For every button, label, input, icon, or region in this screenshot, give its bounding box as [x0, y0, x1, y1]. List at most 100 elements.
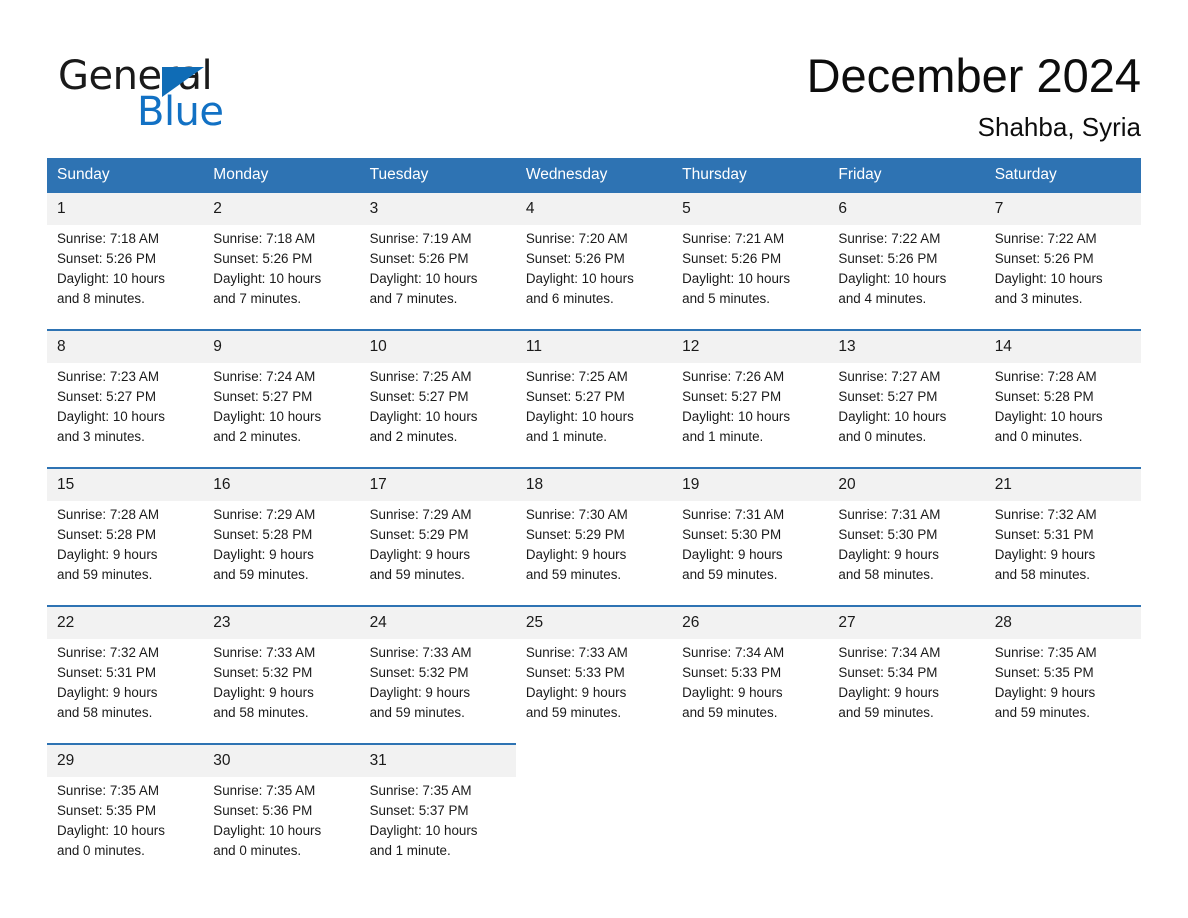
week-spacer	[47, 591, 1141, 606]
day-details: Sunrise: 7:25 AM Sunset: 5:27 PM Dayligh…	[359, 363, 516, 453]
daylight-text-line2: and 58 minutes.	[838, 567, 934, 582]
sunset-text: Sunset: 5:26 PM	[213, 251, 313, 266]
sunset-text: Sunset: 5:28 PM	[57, 527, 156, 542]
day-number[interactable]: 20	[828, 467, 985, 501]
day-number[interactable]: 12	[672, 329, 829, 363]
day-details-empty	[828, 777, 985, 867]
day-number[interactable]: 7	[984, 193, 1141, 225]
daylight-text-line1: Daylight: 10 hours	[994, 409, 1103, 424]
week-info-row: Sunrise: 7:18 AM Sunset: 5:26 PM Dayligh…	[47, 225, 1141, 315]
sunrise-text: Sunrise: 7:30 AM	[525, 507, 628, 522]
day-number[interactable]: 15	[47, 467, 204, 501]
day-details: Sunrise: 7:28 AM Sunset: 5:28 PM Dayligh…	[984, 363, 1141, 453]
sunset-text: Sunset: 5:36 PM	[213, 803, 313, 818]
daylight-text-line1: Daylight: 10 hours	[57, 271, 165, 286]
day-number[interactable]: 4	[515, 193, 673, 225]
daylight-text-line1: Daylight: 10 hours	[682, 271, 791, 286]
week-date-row: 22 23 24 25 26 27 28	[47, 605, 1141, 639]
sunrise-text: Sunrise: 7:27 AM	[838, 369, 941, 384]
day-details: Sunrise: 7:35 AM Sunset: 5:37 PM Dayligh…	[359, 777, 516, 867]
daylight-text-line1: Daylight: 10 hours	[213, 409, 322, 424]
day-number[interactable]: 18	[515, 467, 673, 501]
sunset-text: Sunset: 5:27 PM	[213, 389, 313, 404]
daylight-text-line1: Daylight: 9 hours	[525, 685, 627, 700]
day-number[interactable]: 9	[203, 329, 360, 363]
day-number[interactable]: 30	[203, 743, 360, 777]
daylight-text-line1: Daylight: 9 hours	[838, 547, 939, 562]
day-details: Sunrise: 7:32 AM Sunset: 5:31 PM Dayligh…	[984, 501, 1141, 591]
daylight-text-line2: and 58 minutes.	[994, 567, 1090, 582]
day-details: Sunrise: 7:25 AM Sunset: 5:27 PM Dayligh…	[515, 363, 673, 453]
day-number[interactable]: 17	[359, 467, 516, 501]
sunset-text: Sunset: 5:27 PM	[525, 389, 625, 404]
daylight-text-line2: and 59 minutes.	[369, 705, 465, 720]
location-subtitle: Shahba, Syria	[977, 112, 1141, 142]
daylight-text-line1: Daylight: 9 hours	[682, 547, 783, 562]
sunrise-text: Sunrise: 7:22 AM	[994, 231, 1097, 246]
week-spacer-cell	[47, 591, 1141, 606]
day-number[interactable]: 22	[47, 605, 204, 639]
day-number[interactable]: 31	[359, 743, 516, 777]
sunrise-text: Sunrise: 7:18 AM	[213, 231, 316, 246]
daylight-text-line2: and 59 minutes.	[525, 567, 622, 582]
day-number[interactable]: 27	[828, 605, 985, 639]
day-number[interactable]: 14	[984, 329, 1141, 363]
day-details: Sunrise: 7:35 AM Sunset: 5:36 PM Dayligh…	[203, 777, 360, 867]
sunrise-text: Sunrise: 7:34 AM	[838, 645, 941, 660]
day-number[interactable]: 28	[984, 605, 1141, 639]
day-number[interactable]: 24	[359, 605, 516, 639]
day-number[interactable]: 25	[515, 605, 673, 639]
sunrise-text: Sunrise: 7:28 AM	[57, 507, 159, 522]
day-number[interactable]: 5	[672, 193, 829, 225]
sunrise-text: Sunrise: 7:28 AM	[994, 369, 1097, 384]
day-number[interactable]: 26	[672, 605, 829, 639]
day-number[interactable]: 11	[515, 329, 673, 363]
daylight-text-line1: Daylight: 10 hours	[525, 271, 634, 286]
day-number[interactable]: 10	[359, 329, 516, 363]
day-number[interactable]: 1	[47, 193, 204, 225]
day-number-empty	[828, 744, 985, 777]
day-number[interactable]: 8	[47, 329, 204, 363]
sunset-text: Sunset: 5:26 PM	[369, 251, 469, 266]
day-details: Sunrise: 7:26 AM Sunset: 5:27 PM Dayligh…	[672, 363, 829, 453]
day-details: Sunrise: 7:33 AM Sunset: 5:32 PM Dayligh…	[203, 639, 360, 729]
daylight-text-line1: Daylight: 9 hours	[994, 547, 1096, 562]
day-details-empty	[672, 777, 829, 867]
sunrise-text: Sunrise: 7:25 AM	[525, 369, 628, 384]
calendar-page: General Blue December 2024 Shahba, Syria…	[0, 0, 1188, 918]
daylight-text-line1: Daylight: 9 hours	[525, 547, 627, 562]
week-date-row: 29 30 31	[47, 743, 1141, 777]
day-number[interactable]: 29	[47, 743, 204, 777]
day-number[interactable]: 23	[203, 605, 360, 639]
day-details: Sunrise: 7:18 AM Sunset: 5:26 PM Dayligh…	[47, 225, 204, 315]
day-number[interactable]: 13	[828, 329, 985, 363]
calendar-table: Sunday Monday Tuesday Wednesday Thursday…	[47, 158, 1141, 867]
day-number[interactable]: 2	[203, 193, 360, 225]
page-title: December 2024	[806, 49, 1141, 102]
day-number[interactable]: 6	[828, 193, 985, 225]
sunrise-text: Sunrise: 7:35 AM	[369, 783, 472, 798]
general-blue-logo[interactable]: General Blue	[58, 54, 298, 134]
sunset-text: Sunset: 5:29 PM	[525, 527, 625, 542]
daylight-text-line2: and 59 minutes.	[682, 567, 778, 582]
daylight-text-line2: and 0 minutes.	[994, 429, 1083, 444]
day-number[interactable]: 21	[984, 467, 1141, 501]
daylight-text-line2: and 59 minutes.	[838, 705, 934, 720]
day-number[interactable]: 19	[672, 467, 829, 501]
sunset-text: Sunset: 5:37 PM	[369, 803, 469, 818]
weekday-header-friday: Friday	[828, 158, 985, 193]
day-number[interactable]: 3	[359, 193, 516, 225]
day-number[interactable]: 16	[203, 467, 360, 501]
daylight-text-line2: and 58 minutes.	[213, 705, 309, 720]
daylight-text-line1: Daylight: 9 hours	[57, 547, 158, 562]
day-details-empty	[984, 777, 1141, 867]
daylight-text-line1: Daylight: 10 hours	[682, 409, 791, 424]
day-details: Sunrise: 7:24 AM Sunset: 5:27 PM Dayligh…	[203, 363, 360, 453]
sunrise-text: Sunrise: 7:31 AM	[838, 507, 941, 522]
sunset-text: Sunset: 5:28 PM	[994, 389, 1094, 404]
daylight-text-line2: and 1 minute.	[369, 843, 451, 858]
sunset-text: Sunset: 5:27 PM	[682, 389, 782, 404]
sunrise-text: Sunrise: 7:35 AM	[994, 645, 1097, 660]
sunrise-text: Sunrise: 7:22 AM	[838, 231, 941, 246]
weekday-header-tuesday: Tuesday	[359, 158, 516, 193]
